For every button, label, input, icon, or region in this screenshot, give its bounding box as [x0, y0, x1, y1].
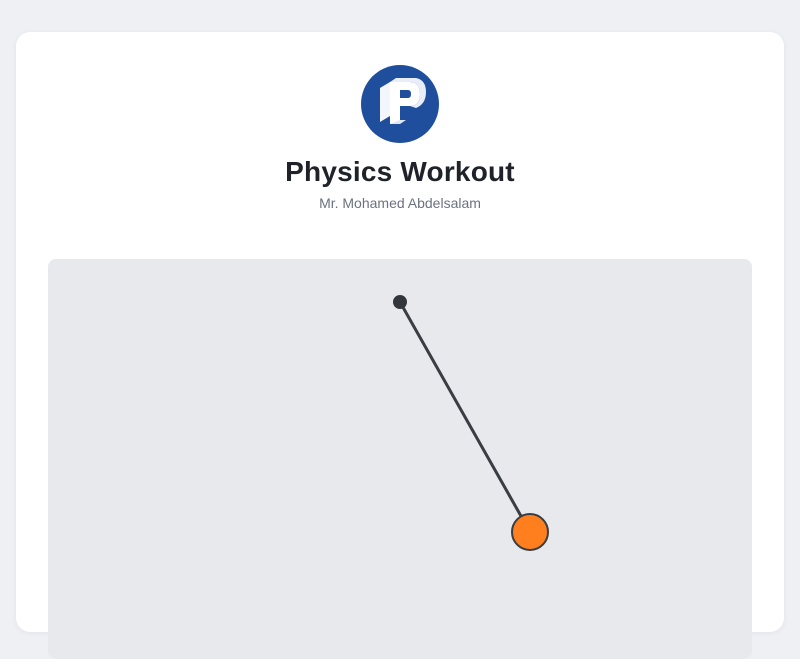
p-logo-icon	[360, 64, 440, 144]
main-card: Physics Workout Mr. Mohamed Abdelsalam	[16, 32, 784, 659]
pendulum-rod	[398, 300, 532, 534]
pendulum-pivot	[393, 295, 407, 309]
pendulum-simulation-area[interactable]	[48, 259, 752, 659]
author-subtitle: Mr. Mohamed Abdelsalam	[319, 195, 481, 211]
page-title: Physics Workout	[285, 156, 515, 187]
pendulum-bob[interactable]	[511, 513, 549, 551]
